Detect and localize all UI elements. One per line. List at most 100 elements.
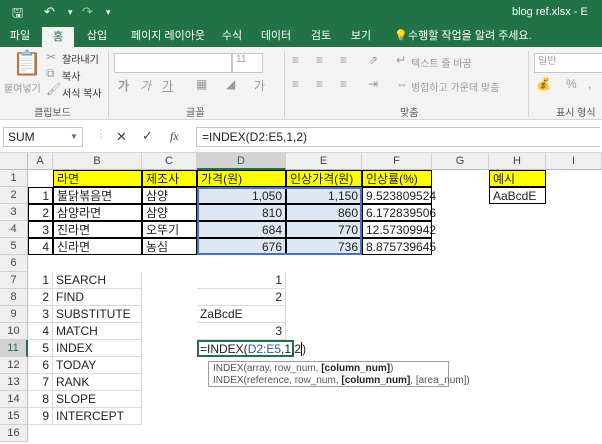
cell-a4[interactable]: 3 [28,221,53,238]
cell-a7[interactable]: 1 [28,272,53,289]
cell-a11[interactable]: 5 [28,340,53,357]
row-header-10[interactable]: 10 [0,323,28,340]
cancel-icon[interactable]: ✕ [116,129,127,145]
cell-c1[interactable]: 제조사 [142,170,197,187]
cell-f5[interactable]: 8.875739645 [362,238,436,255]
comma-style-button[interactable]: , [588,77,591,91]
cell-c2[interactable]: 삼양 [142,187,197,204]
column-header-h[interactable]: H [489,153,546,170]
cell-d8[interactable]: 2 [197,289,286,306]
cell-c4[interactable]: 오뚜기 [142,221,197,238]
italic-icon[interactable]: 가 [140,77,151,94]
cell-b10[interactable]: MATCH [53,323,142,340]
cell-f3[interactable]: 6.172839506 [362,204,436,221]
cell-a14[interactable]: 8 [28,391,53,408]
tab-file[interactable]: 파일 [2,25,38,47]
cell-b12[interactable]: TODAY [53,357,142,374]
cell-d1[interactable]: 가격(원) [197,170,286,187]
row-header-2[interactable]: 2 [0,187,28,204]
cell-a8[interactable]: 2 [28,289,53,306]
cell-b9[interactable]: SUBSTITUTE [53,306,142,323]
cut-icon[interactable]: ✂ [46,50,56,64]
borders-icon[interactable]: ▦ [196,77,207,91]
row-header-15[interactable]: 15 [0,408,28,425]
cell-f4[interactable]: 12.57309942 [362,221,436,238]
row-header-5[interactable]: 5 [0,238,28,255]
cell-f2[interactable]: 9.523809524 [362,187,436,204]
paste-icon[interactable]: 📋 [12,49,42,78]
cell-c5[interactable]: 농심 [142,238,197,255]
cell-d2[interactable]: 1,050 [197,187,286,204]
align-right-icon[interactable]: ≡ [340,77,347,91]
cell-b3[interactable]: 삼양라면 [53,204,142,221]
cell-a9[interactable]: 3 [28,306,53,323]
column-header-d[interactable]: D [197,153,286,170]
cell-d7[interactable]: 1 [197,272,286,289]
cell-a15[interactable]: 9 [28,408,53,425]
percent-style-button[interactable]: % [566,77,577,91]
tab-formulas[interactable]: 수식 [218,25,246,47]
tab-page-layout[interactable]: 페이지 레이아웃 [124,25,212,47]
cell-e2[interactable]: 1,150 [286,187,362,204]
cell-f1[interactable]: 인상률(%) [362,170,432,187]
copy-button[interactable]: 복사 [62,68,80,83]
cell-a2[interactable]: 1 [28,187,53,204]
row-header-8[interactable]: 8 [0,289,28,306]
align-middle-icon[interactable]: ≡ [316,53,323,67]
tab-view[interactable]: 보기 [346,25,376,47]
cell-b7[interactable]: SEARCH [53,272,142,289]
underline-icon[interactable]: 가 [162,77,173,94]
number-format-select[interactable]: 일반 [534,53,602,73]
wrap-text-button[interactable]: 텍스트 줄 바꿈 [411,55,472,70]
cell-h1[interactable]: 예시 [489,170,546,187]
merge-center-button[interactable]: 병합하고 가운데 맞춤 [411,79,499,94]
font-color-icon[interactable]: 가 [254,77,265,94]
cell-a12[interactable]: 6 [28,357,53,374]
indent-icon[interactable]: ⇥ [368,77,378,91]
align-top-icon[interactable]: ≡ [292,53,299,67]
orientation-icon[interactable]: ⇗ [368,53,378,67]
bold-icon[interactable]: 가 [118,77,129,94]
row-header-13[interactable]: 13 [0,374,28,391]
paste-label[interactable]: 붙여넣기 [4,80,41,95]
column-header-e[interactable]: E [286,153,362,170]
row-header-6[interactable]: 6 [0,255,28,272]
align-left-icon[interactable]: ≡ [292,77,299,91]
cell-e3[interactable]: 860 [286,204,362,221]
row-header-12[interactable]: 12 [0,357,28,374]
cell-a13[interactable]: 7 [28,374,53,391]
format-painter-icon[interactable]: 🖌 [46,82,61,96]
cell-d9[interactable]: ZaBcdE [197,306,286,323]
undo-icon[interactable]: ↶ [44,4,55,20]
cell-d3[interactable]: 810 [197,204,286,221]
cell-b11[interactable]: INDEX [53,340,142,357]
align-center-icon[interactable]: ≡ [316,77,323,91]
tab-home[interactable]: 홈 [42,27,74,47]
column-header-f[interactable]: F [362,153,432,170]
cut-button[interactable]: 잘라내기 [62,51,99,66]
cell-b15[interactable]: INTERCEPT [53,408,142,425]
align-bottom-icon[interactable]: ≡ [340,53,347,67]
tab-review[interactable]: 검토 [306,25,336,47]
insert-function-icon[interactable]: fx [170,129,179,144]
font-size-select[interactable]: 11 [232,53,263,73]
cell-b1[interactable]: 라면 [53,170,142,187]
column-header-b[interactable]: B [53,153,142,170]
tab-data[interactable]: 데이터 [256,25,296,47]
format-painter-button[interactable]: 서식 복사 [62,85,102,100]
column-header-i[interactable]: I [546,153,602,170]
row-header-4[interactable]: 4 [0,221,28,238]
row-header-3[interactable]: 3 [0,204,28,221]
row-header-11[interactable]: 11 [0,340,28,357]
row-header-16[interactable]: 16 [0,425,28,442]
cell-a5[interactable]: 4 [28,238,53,255]
merge-center-icon[interactable]: ⇔ [396,77,408,91]
cell-e1[interactable]: 인상가격(원) [286,170,362,187]
wrap-text-icon[interactable]: ↵ [396,53,406,67]
cell-e5[interactable]: 736 [286,238,362,255]
enter-icon[interactable]: ✓ [142,128,153,144]
tab-insert[interactable]: 삽입 [80,25,114,47]
cell-b2[interactable]: 불닭볶음면 [53,187,142,204]
column-header-c[interactable]: C [142,153,197,170]
tell-me-search[interactable]: 수행할 작업을 알려 주세요. [408,25,548,47]
